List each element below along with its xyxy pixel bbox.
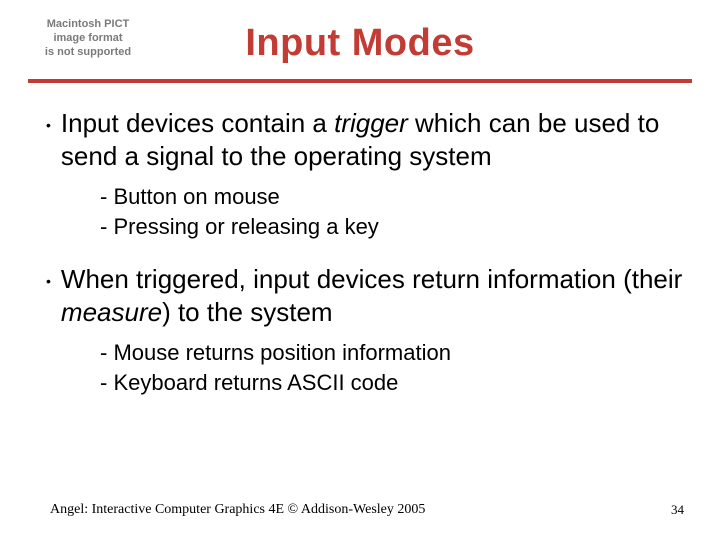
slide-footer: Angel: Interactive Computer Graphics 4E … — [0, 502, 720, 518]
sub-bullet-group: - Mouse returns position information - K… — [100, 338, 684, 397]
bullet-item: • When triggered, input devices return i… — [46, 263, 684, 328]
bullet-text: Input devices contain a trigger which ca… — [61, 107, 684, 172]
sub-bullet-text: Keyboard returns ASCII code — [113, 370, 398, 395]
slide: Macintosh PICT image format is not suppo… — [0, 0, 720, 540]
sub-bullet-item: - Button on mouse — [100, 182, 684, 212]
bullet-pre: When triggered, input devices return inf… — [61, 264, 682, 294]
bullet-icon: • — [46, 263, 51, 296]
bullet-item: • Input devices contain a trigger which … — [46, 107, 684, 172]
sub-bullet-group: - Button on mouse - Pressing or releasin… — [100, 182, 684, 241]
sub-bullet-text: Mouse returns position information — [113, 340, 451, 365]
bullet-text: When triggered, input devices return inf… — [61, 263, 684, 328]
bullet-em: measure — [61, 297, 162, 327]
footer-citation: Angel: Interactive Computer Graphics 4E … — [50, 502, 425, 518]
bullet-em: trigger — [334, 108, 408, 138]
sub-bullet-item: - Pressing or releasing a key — [100, 212, 684, 242]
pict-line-2: image format — [28, 32, 148, 46]
sub-bullet-text: Pressing or releasing a key — [113, 214, 378, 239]
pict-line-1: Macintosh PICT — [28, 18, 148, 32]
sub-bullet-text: Button on mouse — [113, 184, 279, 209]
title-rule — [28, 79, 692, 83]
sub-bullet-item: - Keyboard returns ASCII code — [100, 368, 684, 398]
bullet-pre: Input devices contain a — [61, 108, 334, 138]
sub-bullet-item: - Mouse returns position information — [100, 338, 684, 368]
pict-placeholder: Macintosh PICT image format is not suppo… — [28, 18, 148, 59]
pict-line-3: is not supported — [28, 46, 148, 60]
slide-content: • Input devices contain a trigger which … — [28, 107, 692, 398]
bullet-post: ) to the system — [162, 297, 333, 327]
page-number: 34 — [671, 502, 684, 518]
bullet-icon: • — [46, 107, 51, 140]
